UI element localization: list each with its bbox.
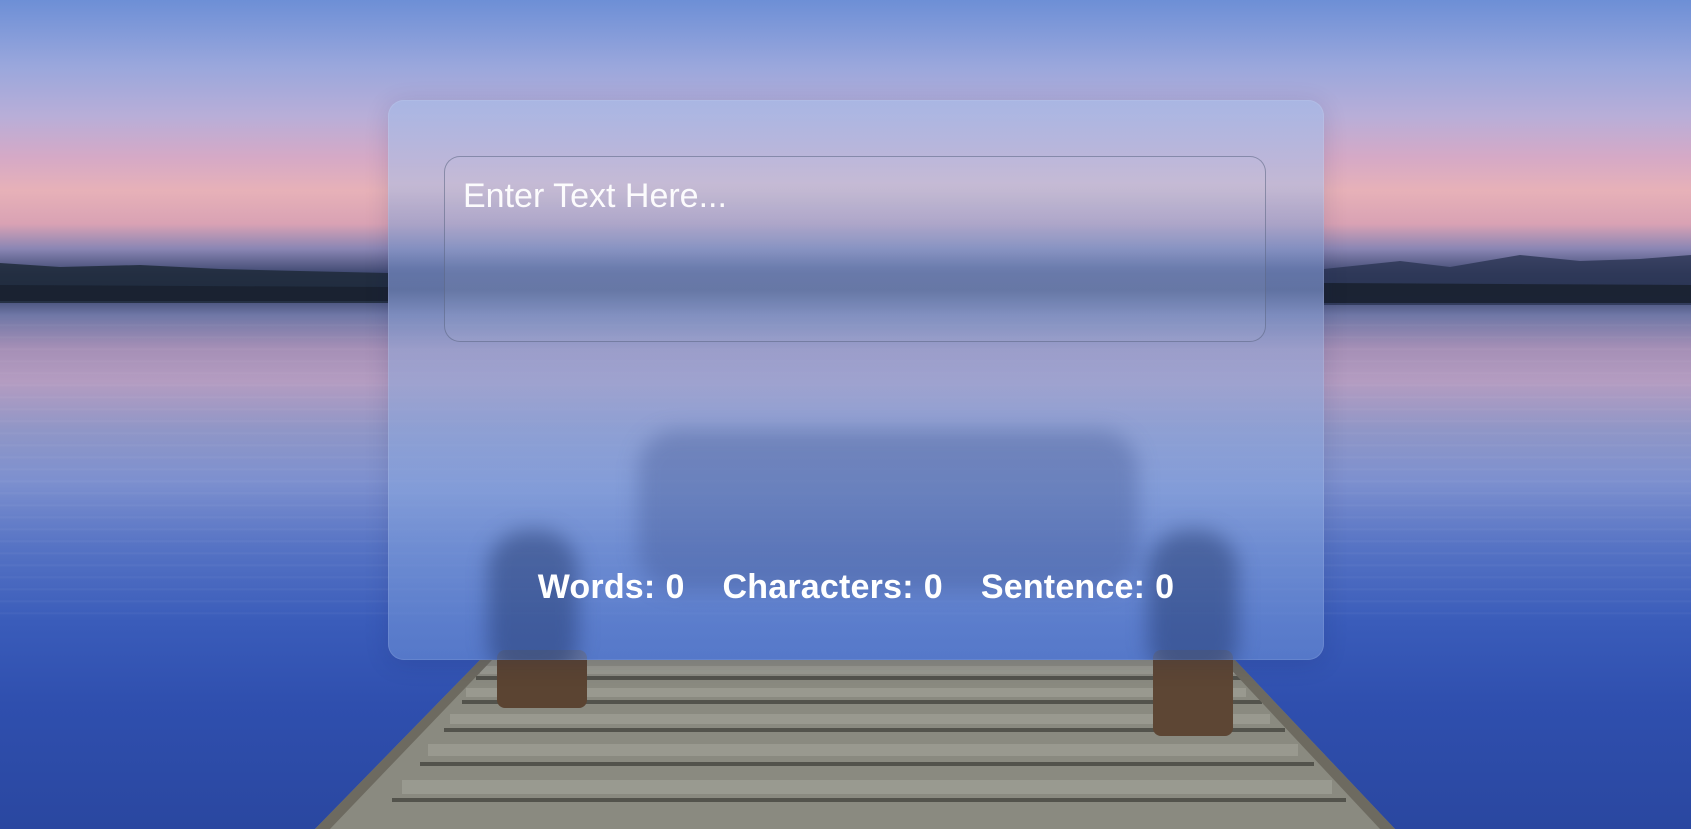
word-counter-card: Words: 0 Characters: 0 Sentence: 0: [388, 100, 1324, 660]
text-input-container: [444, 156, 1266, 342]
characters-count: 0: [923, 568, 943, 606]
sentence-stat: Sentence: 0: [981, 568, 1174, 607]
blurred-dock: [638, 430, 1138, 590]
text-input[interactable]: [445, 157, 1265, 341]
characters-stat: Characters: 0: [723, 568, 943, 607]
sentence-count: 0: [1155, 568, 1175, 606]
words-stat: Words: 0: [538, 568, 685, 607]
sentence-label: Sentence:: [980, 568, 1146, 606]
words-label: Words:: [537, 568, 656, 606]
stats-bar: Words: 0 Characters: 0 Sentence: 0: [388, 568, 1324, 607]
characters-label: Characters:: [722, 568, 914, 606]
words-count: 0: [665, 568, 685, 606]
